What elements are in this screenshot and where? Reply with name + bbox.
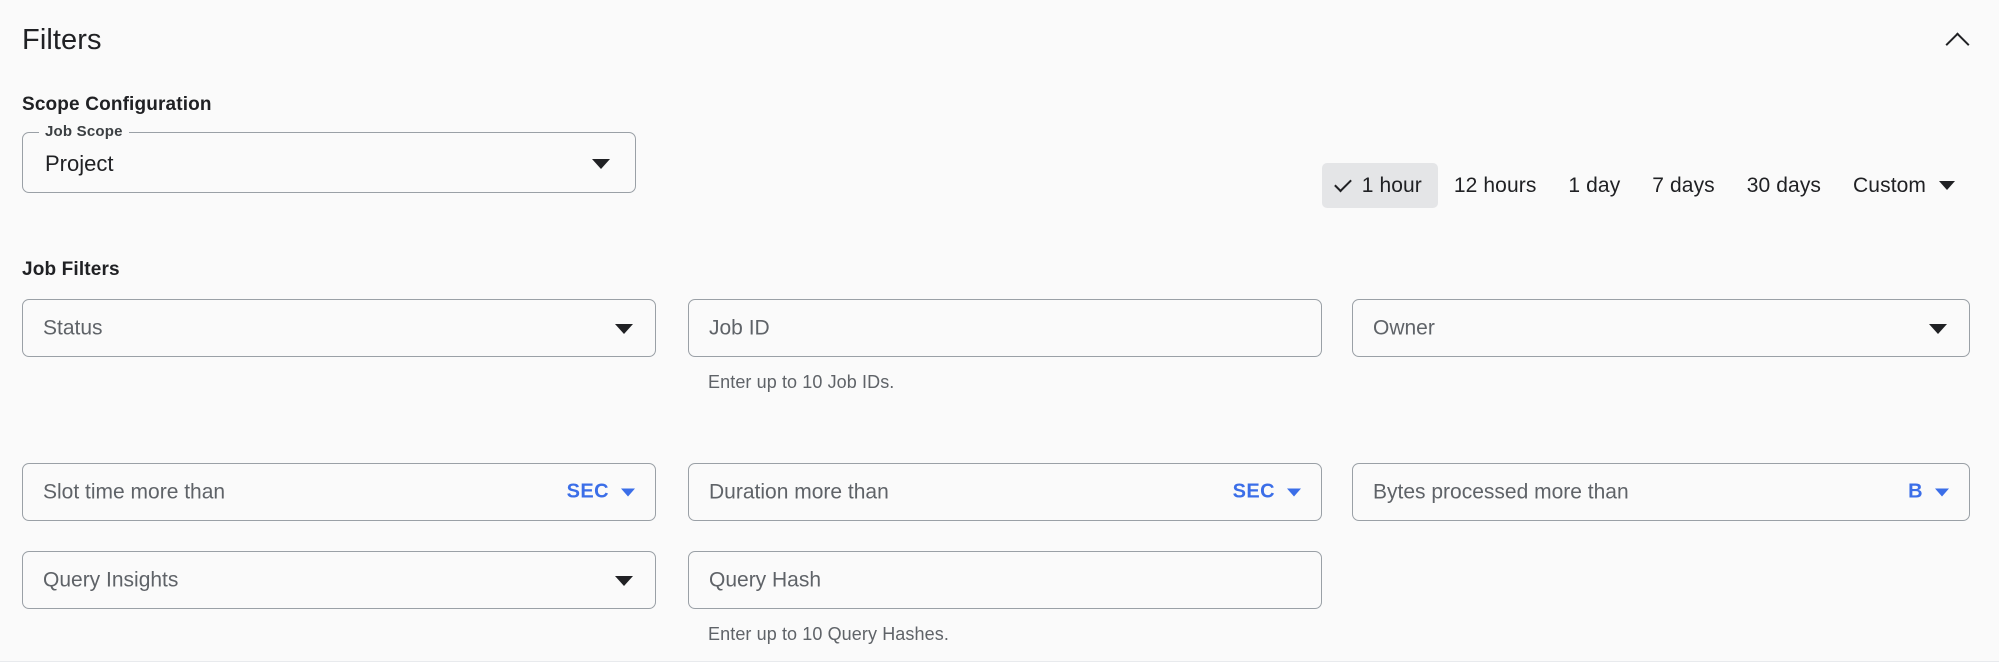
- filters-panel: Filters Scope Configuration Job Scope Pr…: [0, 0, 1999, 662]
- time-range-option-label: 30 days: [1746, 174, 1822, 197]
- check-icon: [1333, 174, 1352, 192]
- caret-down-icon: [592, 159, 610, 169]
- caret-down-icon: [615, 324, 633, 334]
- caret-down-icon: [621, 488, 635, 496]
- bytes-processed-unit-select[interactable]: B: [1904, 477, 1953, 508]
- slot-time-unit-select[interactable]: SEC: [563, 477, 639, 508]
- duration-input-placeholder: Duration more than: [709, 480, 889, 504]
- status-select-placeholder: Status: [43, 316, 103, 340]
- slot-time-unit-label: SEC: [566, 480, 609, 503]
- time-range-option-12-hours[interactable]: 12 hours: [1438, 163, 1553, 208]
- slot-time-input[interactable]: Slot time more than SEC: [22, 463, 656, 521]
- bytes-processed-input[interactable]: Bytes processed more than B: [1352, 463, 1970, 521]
- slot-time-input-placeholder: Slot time more than: [43, 480, 226, 504]
- job-id-input-placeholder: Job ID: [709, 316, 770, 340]
- job-scope-value: Project: [45, 151, 114, 176]
- query-hash-input-placeholder: Query Hash: [709, 568, 822, 592]
- scope-configuration-heading: Scope Configuration: [22, 94, 212, 115]
- query-hash-helper-text: Enter up to 10 Query Hashes.: [708, 624, 949, 644]
- time-range-selector: 1 hour 12 hours 1 day 7 days 30 days Cus…: [1321, 163, 1971, 208]
- caret-down-icon: [615, 576, 633, 586]
- time-range-option-label: 7 days: [1652, 174, 1715, 197]
- job-scope-select[interactable]: Job Scope Project: [22, 122, 636, 193]
- caret-down-icon: [1939, 181, 1955, 190]
- job-id-helper-text: Enter up to 10 Job IDs.: [708, 372, 895, 392]
- duration-input[interactable]: Duration more than SEC: [688, 463, 1322, 521]
- duration-unit-label: SEC: [1232, 480, 1275, 503]
- chevron-up-icon: [1944, 32, 1970, 57]
- time-range-option-label: 1 day: [1568, 174, 1621, 197]
- time-range-custom-label: Custom: [1853, 174, 1926, 197]
- job-scope-label: Job Scope: [39, 122, 129, 142]
- query-insights-select-placeholder: Query Insights: [43, 568, 179, 592]
- time-range-custom-button[interactable]: Custom: [1837, 163, 1971, 208]
- time-range-option-1-hour[interactable]: 1 hour: [1321, 163, 1438, 208]
- bytes-processed-input-placeholder: Bytes processed more than: [1373, 480, 1629, 504]
- bytes-processed-unit-label: B: [1908, 480, 1923, 503]
- time-range-option-7-days[interactable]: 7 days: [1636, 163, 1730, 208]
- query-insights-select[interactable]: Query Insights: [22, 551, 656, 609]
- caret-down-icon: [1287, 488, 1301, 496]
- time-range-option-label: 1 hour: [1361, 174, 1422, 197]
- time-range-option-1-day[interactable]: 1 day: [1552, 163, 1636, 208]
- job-id-input[interactable]: Job ID: [688, 299, 1322, 357]
- page-title: Filters: [22, 24, 102, 56]
- time-range-option-label: 12 hours: [1453, 174, 1537, 197]
- owner-select-placeholder: Owner: [1373, 316, 1435, 340]
- owner-select[interactable]: Owner: [1352, 299, 1970, 357]
- caret-down-icon: [1929, 324, 1947, 334]
- filters-panel-header: Filters: [0, 0, 1999, 70]
- time-range-option-30-days[interactable]: 30 days: [1731, 163, 1837, 208]
- query-hash-input[interactable]: Query Hash: [688, 551, 1322, 609]
- collapse-filters-button[interactable]: [1933, 18, 1981, 66]
- job-filters-heading: Job Filters: [22, 259, 120, 280]
- caret-down-icon: [1935, 488, 1949, 496]
- duration-unit-select[interactable]: SEC: [1229, 477, 1305, 508]
- status-select[interactable]: Status: [22, 299, 656, 357]
